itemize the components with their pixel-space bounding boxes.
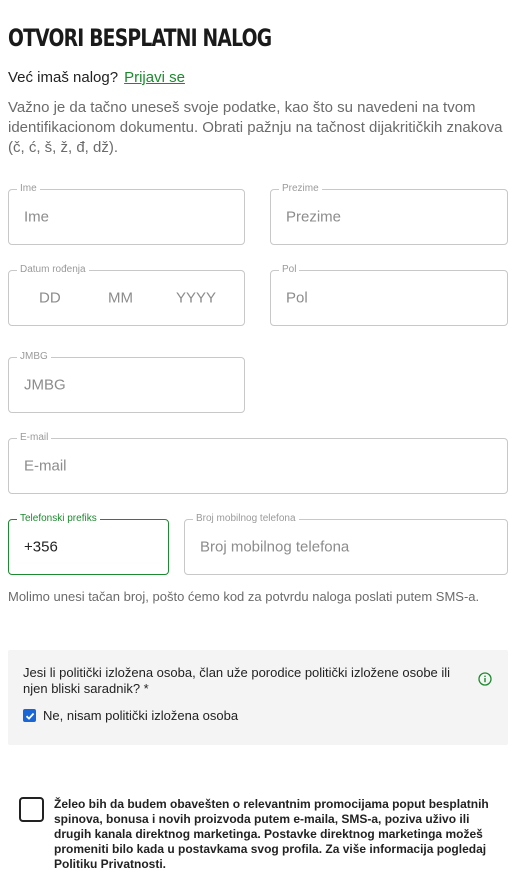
dob-day-input[interactable]: DD xyxy=(39,290,61,307)
email-placeholder: E-mail xyxy=(24,457,67,475)
jmbg-label: JMBG xyxy=(17,351,51,363)
dob-year-input[interactable]: YYYY xyxy=(176,290,216,307)
last-name-field[interactable]: Prezime Prezime xyxy=(270,183,508,245)
jmbg-placeholder: JMBG xyxy=(24,376,66,394)
date-of-birth-field: Datum rođenja DD MM YYYY xyxy=(8,264,245,326)
dob-label: Datum rođenja xyxy=(17,264,89,276)
jmbg-field[interactable]: JMBG JMBG xyxy=(8,351,245,413)
phone-prefix-label: Telefonski prefiks xyxy=(17,513,100,525)
phone-number-field[interactable]: Broj mobilnog telefona Broj mobilnog tel… xyxy=(184,513,508,575)
pep-option[interactable]: Ne, nisam politički izložena osoba xyxy=(23,708,238,723)
phone-prefix-select[interactable]: Telefonski prefiks +356 xyxy=(8,513,169,575)
login-link[interactable]: Prijavi se xyxy=(124,69,185,86)
first-name-placeholder: Ime xyxy=(24,208,50,226)
phone-number-placeholder: Broj mobilnog telefona xyxy=(200,538,350,556)
gender-placeholder: Pol xyxy=(286,289,308,307)
email-label: E-mail xyxy=(17,432,52,444)
gender-select[interactable]: Pol Pol xyxy=(270,264,508,326)
marketing-consent-text: Želeo bih da budem obavešten o relevantn… xyxy=(54,797,489,871)
info-icon[interactable] xyxy=(478,672,492,686)
phone-prefix-value: +356 xyxy=(24,538,58,556)
page-title: OTVORI BESPLATNI NALOG xyxy=(8,24,272,52)
pep-section: Jesi li politički izložena osoba, član u… xyxy=(8,650,508,745)
first-name-label: Ime xyxy=(17,183,40,195)
first-name-field[interactable]: Ime Ime xyxy=(8,183,245,245)
gender-label: Pol xyxy=(279,264,300,276)
phone-hint: Molimo unesi tačan broj, pošto ćemo kod … xyxy=(8,589,480,604)
phone-number-label: Broj mobilnog telefona xyxy=(193,513,299,525)
pep-question: Jesi li politički izložena osoba, član u… xyxy=(23,665,451,696)
last-name-placeholder: Prezime xyxy=(286,208,342,226)
last-name-label: Prezime xyxy=(279,183,322,195)
check-icon xyxy=(25,712,34,720)
login-row: Već imaš nalog? Prijavi se xyxy=(8,69,185,86)
pep-option-label: Ne, nisam politički izložena osoba xyxy=(43,708,239,723)
marketing-consent-checkbox[interactable] xyxy=(19,797,44,822)
have-account-text: Već imaš nalog? xyxy=(8,69,119,86)
dob-month-input[interactable]: MM xyxy=(108,290,133,307)
pep-checkbox[interactable] xyxy=(23,709,36,722)
intro-text: Važno je da tačno uneseš svoje podatke, … xyxy=(8,99,503,156)
email-field[interactable]: E-mail E-mail xyxy=(8,432,508,494)
